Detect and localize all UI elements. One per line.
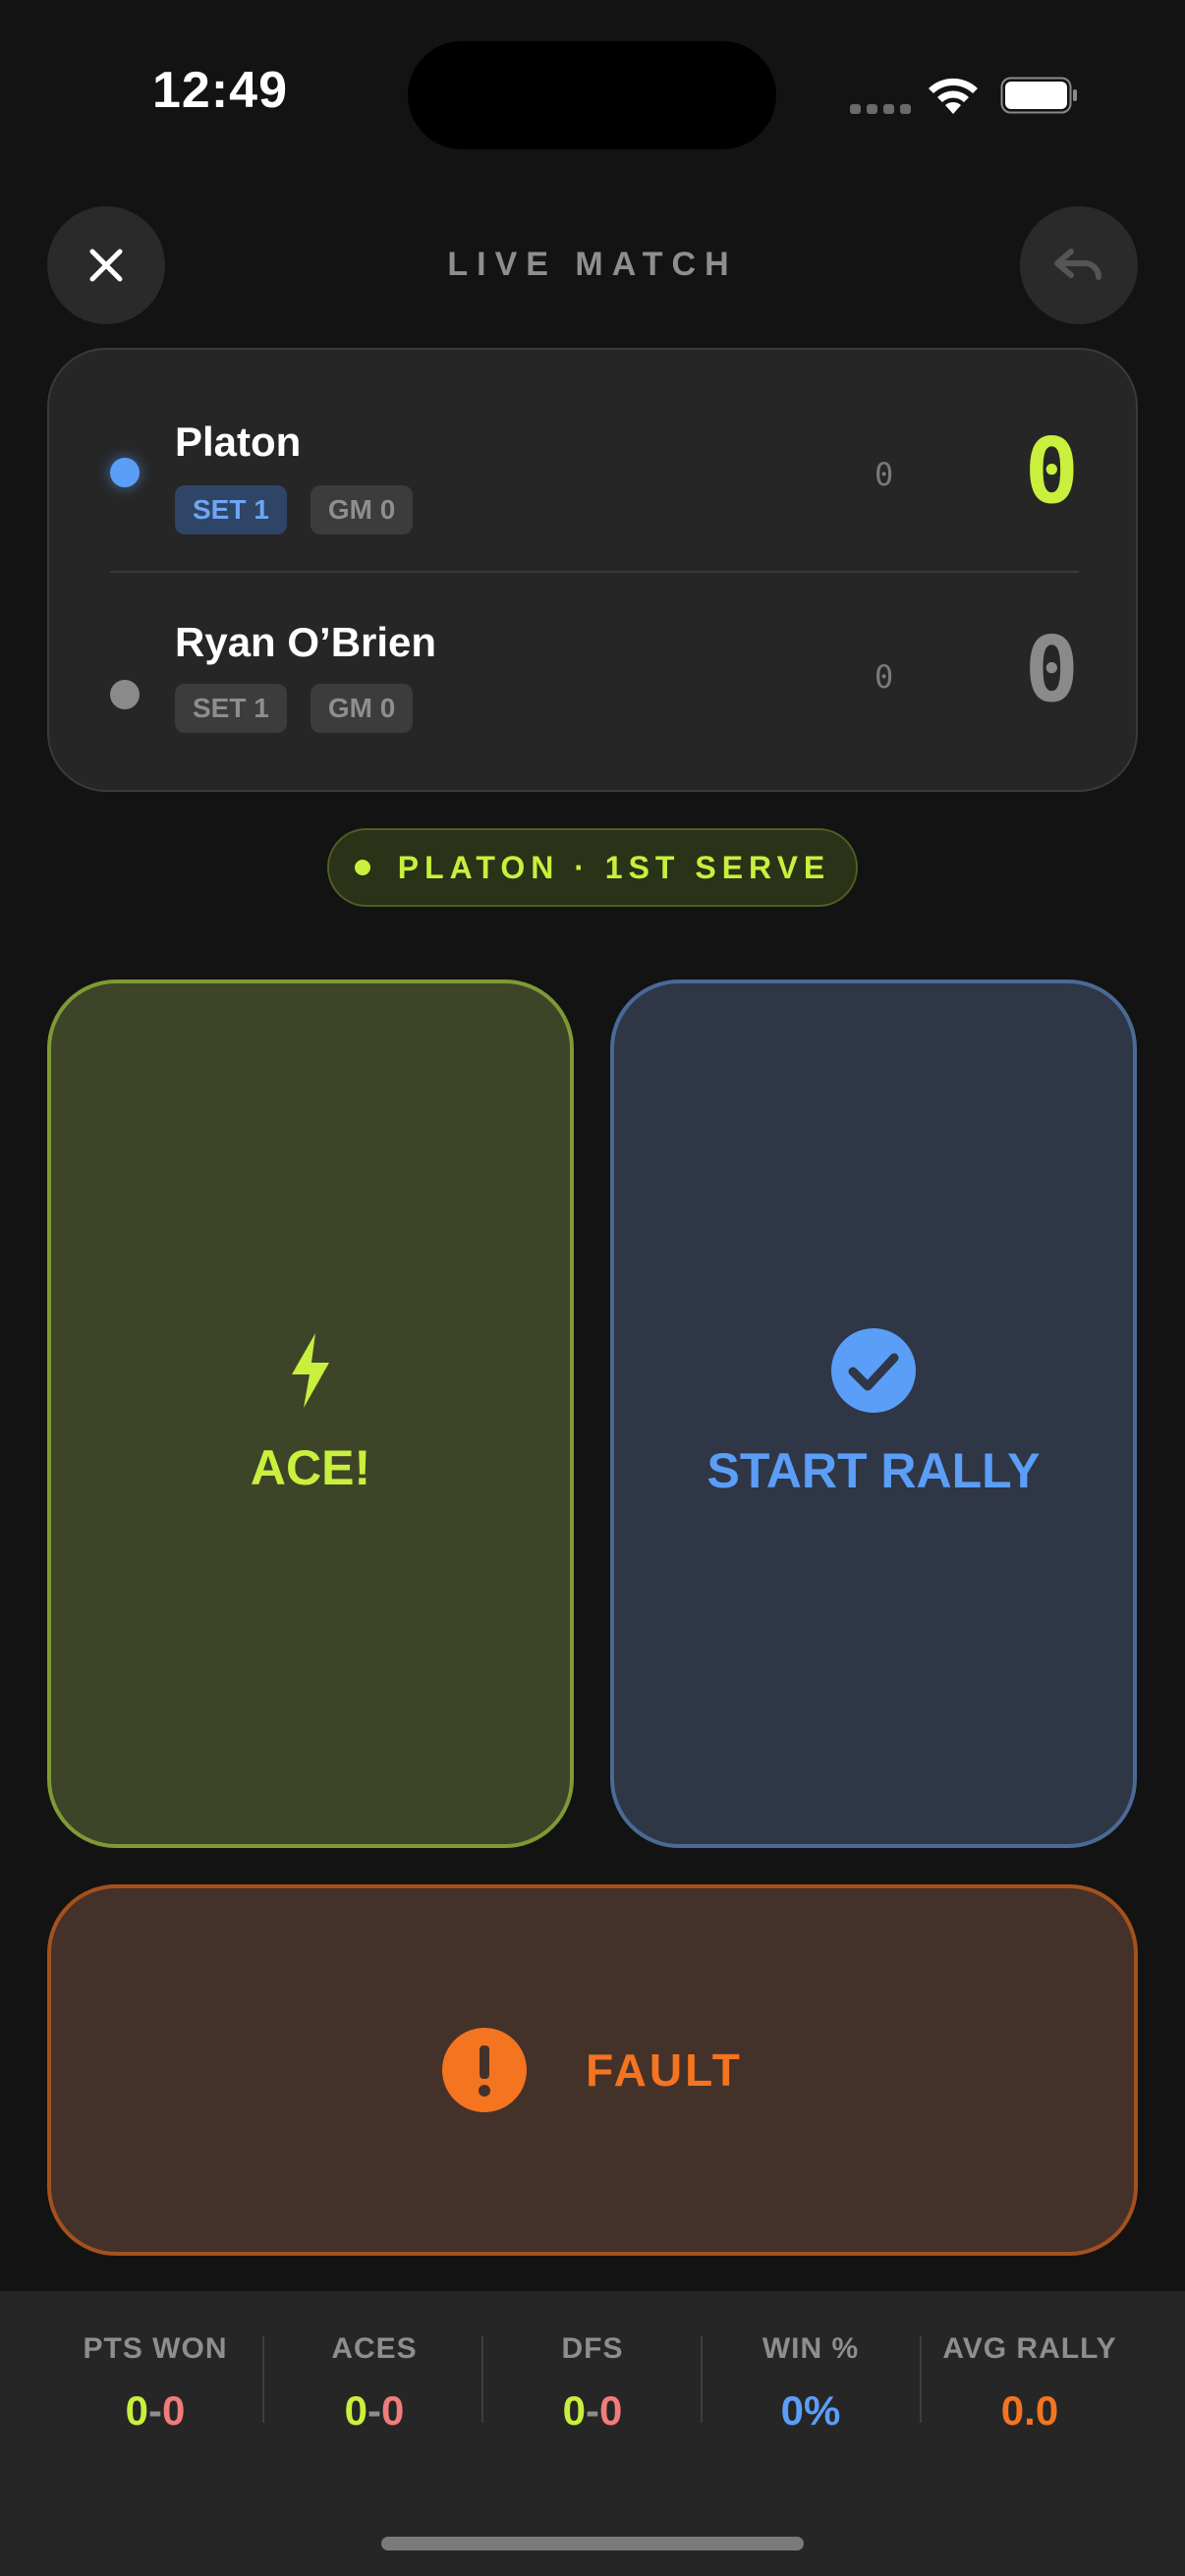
stat-value: 0-0 <box>562 2387 623 2434</box>
undo-button[interactable] <box>1020 206 1138 324</box>
games-count: 0 <box>875 456 894 493</box>
dynamic-island <box>408 41 776 149</box>
status-time: 12:49 <box>152 62 288 119</box>
ace-button[interactable]: ACE! <box>47 980 574 1848</box>
ace-label: ACE! <box>250 1440 371 1495</box>
status-dot <box>354 860 370 875</box>
stat-value: 0.0 <box>1000 2387 1059 2434</box>
fault-button[interactable]: FAULT <box>47 1884 1138 2256</box>
home-indicator[interactable] <box>381 2537 804 2550</box>
serving-indicator <box>110 458 140 487</box>
player-row: Platon SET 1 GM 0 0 0 <box>49 350 1136 546</box>
player-name: Ryan O’Brien <box>175 619 437 665</box>
player-row: Ryan O’Brien SET 1 GM 0 0 0 <box>49 572 1136 768</box>
stat-win-percent: WIN % 0% <box>702 2332 920 2435</box>
serve-status-text: PLATON · 1ST SERVE <box>397 849 831 885</box>
cellular-signal-icon <box>850 104 911 114</box>
stat-label: PTS WON <box>83 2332 228 2365</box>
scoreboard: Platon SET 1 GM 0 0 0 Ryan O’Brien SET 1… <box>47 348 1138 792</box>
wifi-icon <box>929 78 978 114</box>
fault-label: FAULT <box>586 2044 743 2096</box>
start-rally-button[interactable]: START RALLY <box>610 980 1137 1848</box>
battery-icon <box>1000 77 1077 114</box>
page-title: LIVE MATCH <box>447 246 738 283</box>
stat-value: 0% <box>780 2387 841 2434</box>
games-count: 0 <box>875 658 894 696</box>
stat-avg-rally: AVG RALLY 0.0 <box>921 2332 1139 2435</box>
lightning-icon <box>292 1333 329 1408</box>
undo-icon <box>1054 249 1101 280</box>
stat-divider <box>262 2336 264 2423</box>
points-score: 0 <box>1024 617 1079 722</box>
set-tag: SET 1 <box>175 684 287 733</box>
stat-double-faults: DFS 0-0 <box>483 2332 702 2435</box>
stat-label: DFS <box>561 2332 624 2365</box>
checkmark-circle-icon <box>831 1328 916 1413</box>
points-score: 0 <box>1024 419 1079 524</box>
serving-indicator <box>110 680 140 709</box>
status-bar: 12:49 <box>0 0 1185 196</box>
start-rally-label: START RALLY <box>706 1443 1041 1498</box>
serve-status-badge: PLATON · 1ST SERVE <box>327 828 858 907</box>
game-tag: GM 0 <box>310 485 414 534</box>
exclamation-circle-icon <box>442 2028 528 2112</box>
stat-points-won: PTS WON 0-0 <box>46 2332 264 2435</box>
stat-aces: ACES 0-0 <box>265 2332 483 2435</box>
player-name: Platon <box>175 419 302 465</box>
stat-label: WIN % <box>762 2332 860 2365</box>
game-tag: GM 0 <box>310 684 414 733</box>
stat-label: ACES <box>331 2332 418 2365</box>
stat-value: 0-0 <box>344 2387 405 2434</box>
stat-label: AVG RALLY <box>942 2332 1117 2365</box>
stats-bar: PTS WON 0-0 ACES 0-0 DFS 0-0 WIN % 0% AV… <box>0 2291 1185 2576</box>
stat-value: 0-0 <box>125 2387 186 2434</box>
set-tag: SET 1 <box>175 485 287 534</box>
